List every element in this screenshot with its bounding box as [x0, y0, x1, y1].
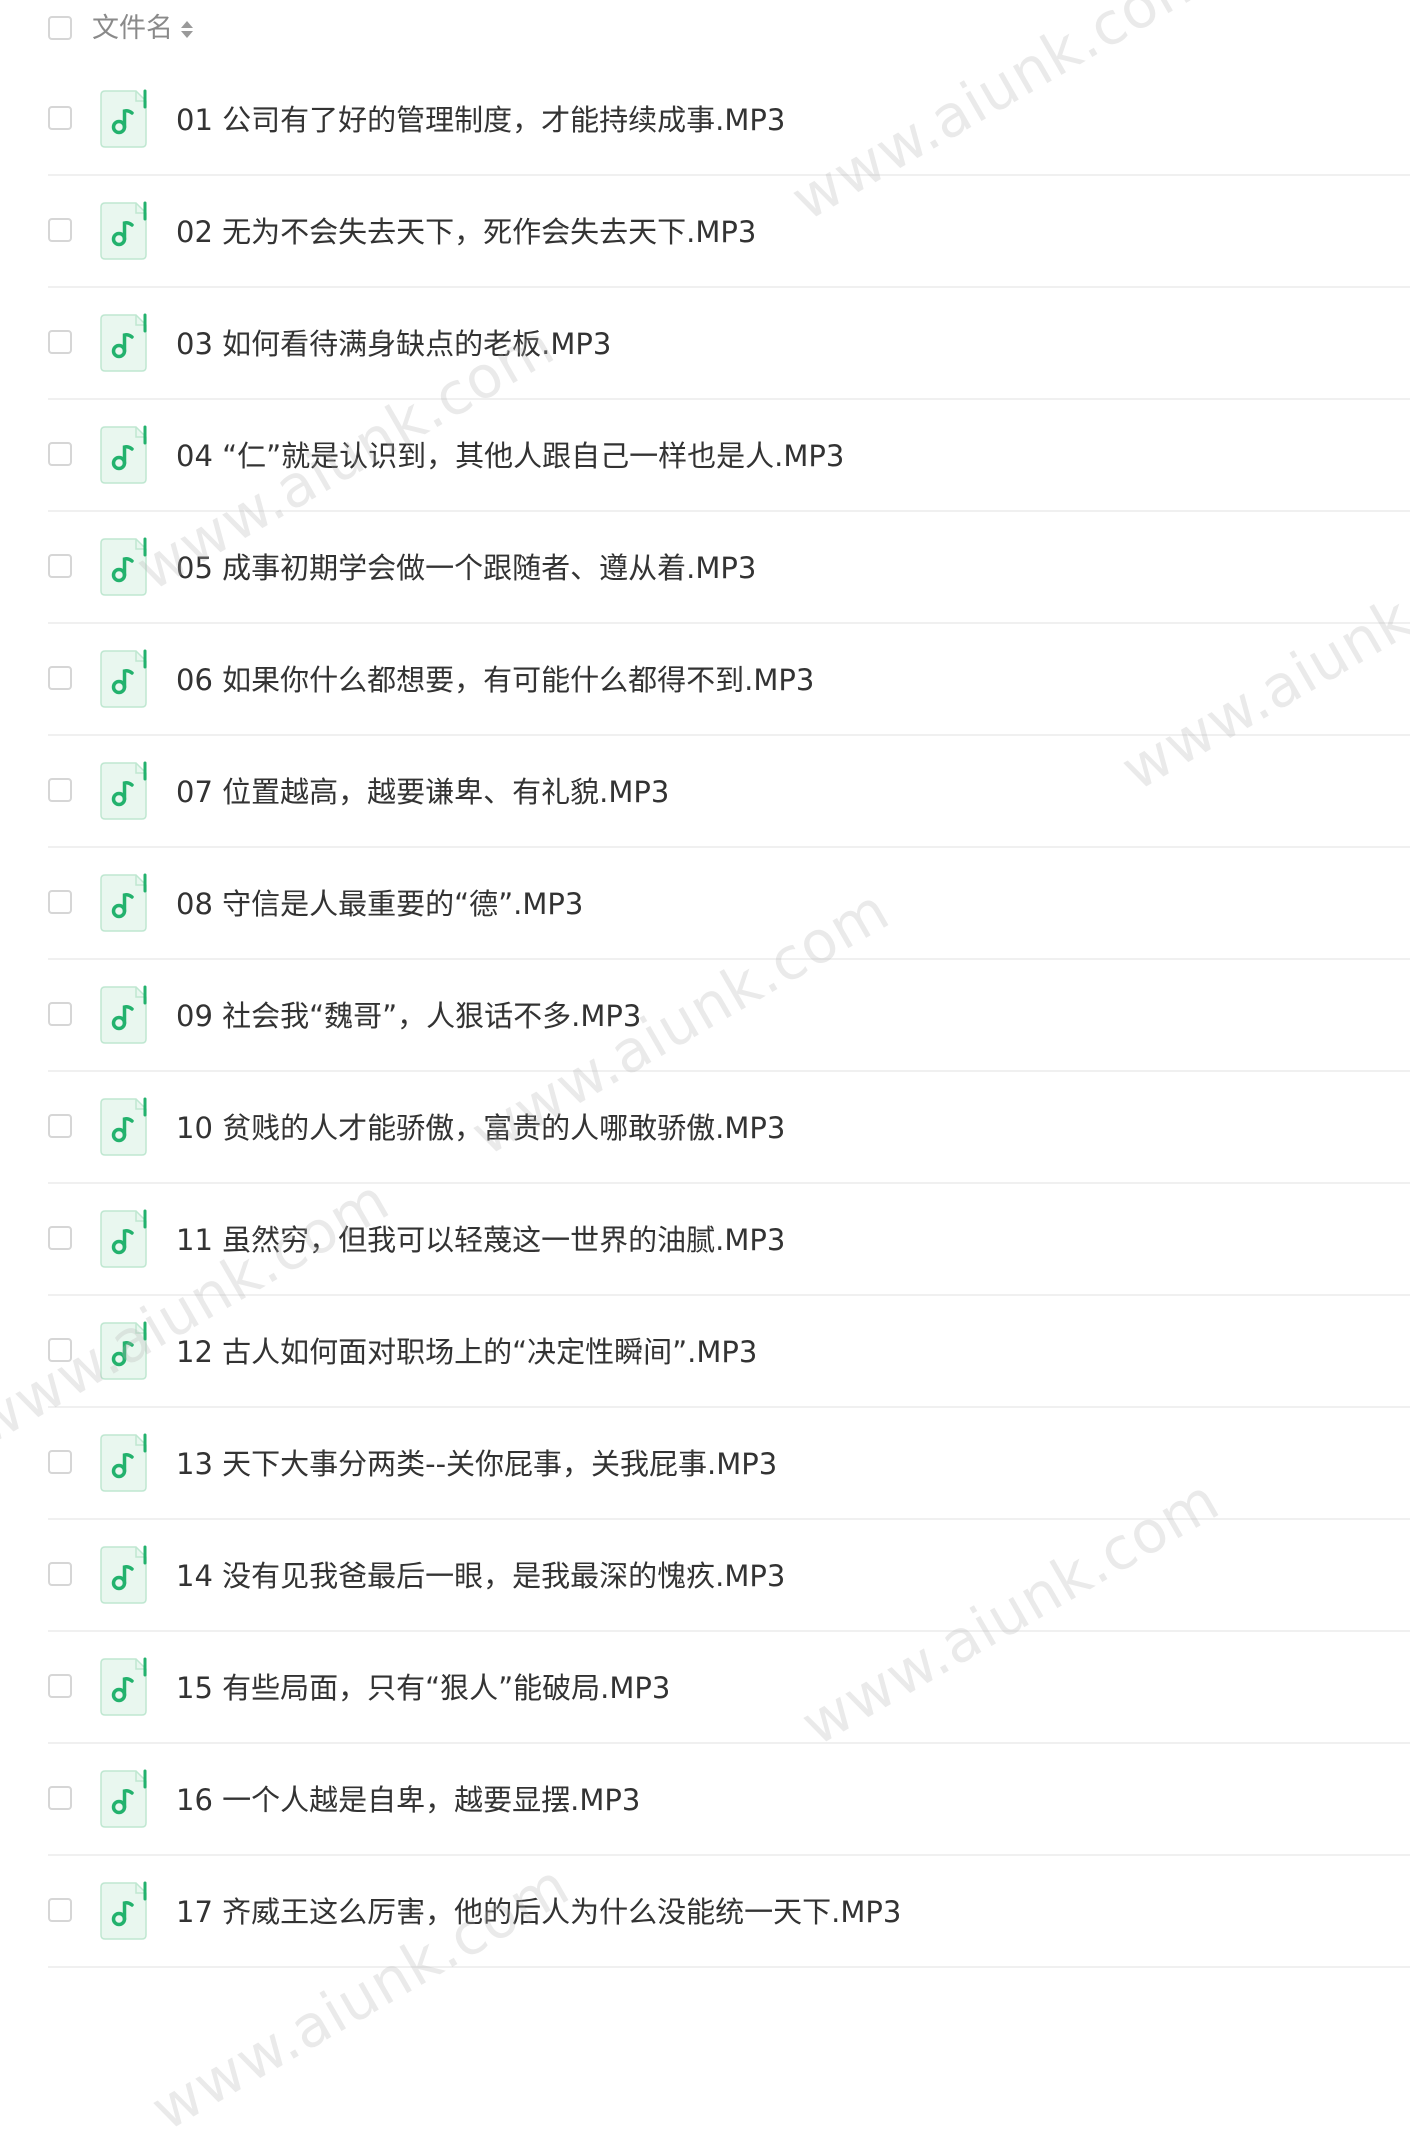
file-checkbox[interactable] — [48, 106, 72, 130]
music-note-icon — [98, 1769, 148, 1829]
file-name[interactable]: 02 无为不会失去天下，死作会失去天下.MP3 — [176, 212, 756, 252]
file-name[interactable]: 14 没有见我爸最后一眼，是我最深的愧疚.MP3 — [176, 1556, 785, 1596]
file-row-04[interactable]: 04 “仁”就是认识到，其他人跟自己一样也是人.MP3 — [0, 400, 1410, 512]
sort-icon[interactable] — [181, 20, 193, 38]
file-checkbox[interactable] — [48, 1786, 72, 1810]
file-row-15[interactable]: 15 有些局面，只有“狠人”能破局.MP3 — [0, 1632, 1410, 1744]
select-all-checkbox[interactable] — [48, 16, 72, 40]
file-row-16[interactable]: 16 一个人越是自卑，越要显摆.MP3 — [0, 1744, 1410, 1856]
file-name[interactable]: 03 如何看待满身缺点的老板.MP3 — [176, 324, 611, 364]
file-checkbox[interactable] — [48, 1226, 72, 1250]
file-row-07[interactable]: 07 位置越高，越要谦卑、有礼貌.MP3 — [0, 736, 1410, 848]
file-name[interactable]: 12 古人如何面对职场上的“决定性瞬间”.MP3 — [176, 1332, 757, 1372]
music-note-icon — [98, 873, 148, 933]
file-row-17[interactable]: 17 齐威王这么厉害，他的后人为什么没能统一天下.MP3 — [0, 1856, 1410, 1968]
file-name[interactable]: 05 成事初期学会做一个跟随者、遵从着.MP3 — [176, 548, 756, 588]
music-note-icon — [98, 1433, 148, 1493]
file-checkbox[interactable] — [48, 666, 72, 690]
file-name[interactable]: 01 公司有了好的管理制度，才能持续成事.MP3 — [176, 100, 785, 140]
file-name[interactable]: 07 位置越高，越要谦卑、有礼貌.MP3 — [176, 772, 669, 812]
file-checkbox[interactable] — [48, 1674, 72, 1698]
file-row-03[interactable]: 03 如何看待满身缺点的老板.MP3 — [0, 288, 1410, 400]
file-checkbox[interactable] — [48, 778, 72, 802]
file-checkbox[interactable] — [48, 1338, 72, 1362]
file-name[interactable]: 15 有些局面，只有“狠人”能破局.MP3 — [176, 1668, 670, 1708]
file-row-05[interactable]: 05 成事初期学会做一个跟随者、遵从着.MP3 — [0, 512, 1410, 624]
file-name[interactable]: 04 “仁”就是认识到，其他人跟自己一样也是人.MP3 — [176, 436, 844, 476]
file-checkbox[interactable] — [48, 1562, 72, 1586]
music-note-icon — [98, 1545, 148, 1605]
music-note-icon — [98, 1881, 148, 1941]
file-row-10[interactable]: 10 贫贱的人才能骄傲，富贵的人哪敢骄傲.MP3 — [0, 1072, 1410, 1184]
file-row-14[interactable]: 14 没有见我爸最后一眼，是我最深的愧疚.MP3 — [0, 1520, 1410, 1632]
file-checkbox[interactable] — [48, 554, 72, 578]
file-checkbox[interactable] — [48, 442, 72, 466]
file-rows: 01 公司有了好的管理制度，才能持续成事.MP3 02 无为不会失去天下，死作会… — [0, 64, 1410, 1968]
music-note-icon — [98, 537, 148, 597]
music-note-icon — [98, 1321, 148, 1381]
filename-column-header[interactable]: 文件名 — [92, 12, 193, 46]
file-name[interactable]: 08 守信是人最重要的“德”.MP3 — [176, 884, 583, 924]
music-note-icon — [98, 201, 148, 261]
filename-column-label: 文件名 — [92, 13, 173, 44]
music-note-icon — [98, 89, 148, 149]
file-row-11[interactable]: 11 虽然穷，但我可以轻蔑这一世界的油腻.MP3 — [0, 1184, 1410, 1296]
music-note-icon — [98, 425, 148, 485]
music-note-icon — [98, 649, 148, 709]
music-note-icon — [98, 761, 148, 821]
file-checkbox[interactable] — [48, 218, 72, 242]
file-checkbox[interactable] — [48, 1450, 72, 1474]
file-checkbox[interactable] — [48, 1898, 72, 1922]
music-note-icon — [98, 1097, 148, 1157]
file-name[interactable]: 09 社会我“魏哥”，人狠话不多.MP3 — [176, 996, 641, 1036]
list-header: 文件名 — [0, 0, 1410, 58]
file-name[interactable]: 13 天下大事分两类--关你屁事，关我屁事.MP3 — [176, 1444, 777, 1484]
music-note-icon — [98, 1657, 148, 1717]
file-row-06[interactable]: 06 如果你什么都想要，有可能什么都得不到.MP3 — [0, 624, 1410, 736]
music-note-icon — [98, 985, 148, 1045]
file-checkbox[interactable] — [48, 330, 72, 354]
file-row-13[interactable]: 13 天下大事分两类--关你屁事，关我屁事.MP3 — [0, 1408, 1410, 1520]
music-note-icon — [98, 313, 148, 373]
file-row-12[interactable]: 12 古人如何面对职场上的“决定性瞬间”.MP3 — [0, 1296, 1410, 1408]
file-row-01[interactable]: 01 公司有了好的管理制度，才能持续成事.MP3 — [0, 64, 1410, 176]
file-name[interactable]: 17 齐威王这么厉害，他的后人为什么没能统一天下.MP3 — [176, 1892, 901, 1932]
file-row-09[interactable]: 09 社会我“魏哥”，人狠话不多.MP3 — [0, 960, 1410, 1072]
file-row-08[interactable]: 08 守信是人最重要的“德”.MP3 — [0, 848, 1410, 960]
file-name[interactable]: 10 贫贱的人才能骄傲，富贵的人哪敢骄傲.MP3 — [176, 1108, 785, 1148]
file-row-02[interactable]: 02 无为不会失去天下，死作会失去天下.MP3 — [0, 176, 1410, 288]
file-name[interactable]: 11 虽然穷，但我可以轻蔑这一世界的油腻.MP3 — [176, 1220, 785, 1260]
file-list: 文件名 01 公司有了好的管理制度，才能持续成事.MP3 02 无为不会失去天下… — [0, 0, 1410, 1968]
file-checkbox[interactable] — [48, 1002, 72, 1026]
file-name[interactable]: 06 如果你什么都想要，有可能什么都得不到.MP3 — [176, 660, 814, 700]
music-note-icon — [98, 1209, 148, 1269]
file-checkbox[interactable] — [48, 1114, 72, 1138]
file-name[interactable]: 16 一个人越是自卑，越要显摆.MP3 — [176, 1780, 640, 1820]
file-checkbox[interactable] — [48, 890, 72, 914]
